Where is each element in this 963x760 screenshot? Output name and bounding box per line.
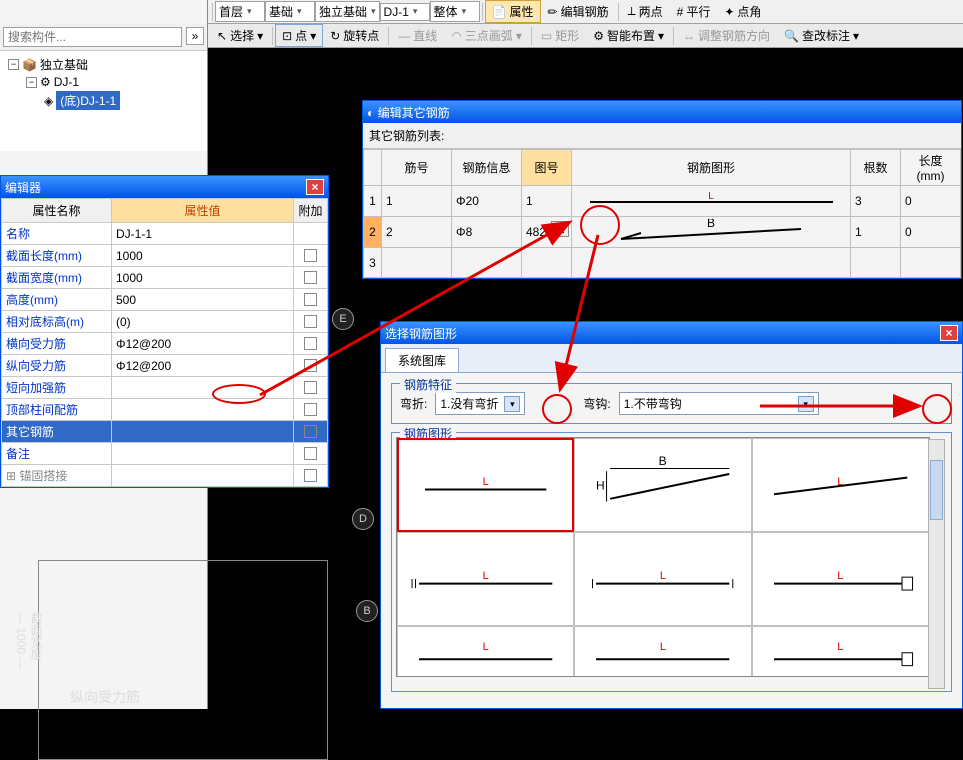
rebar-shape-group: 钢筋图形 L BH L L [391,432,952,692]
prop-row[interactable]: 顶部柱间配筋 [2,399,328,421]
point-button[interactable]: ⊡ 点 ▾ [275,24,323,47]
col-name: 属性名称 [2,199,112,223]
tree-dj1[interactable]: DJ-1 [54,75,79,89]
dlg-shape-title: 选择钢筋图形 [385,325,457,342]
prop-row[interactable]: 其它钢筋 [2,421,328,443]
select-button[interactable]: ↖ 选择 ▾ [210,24,270,47]
prop-row[interactable]: 短向加强筋 [2,377,328,399]
whole-select[interactable]: 整体 [430,1,480,22]
basic-select[interactable]: 基础 [265,1,315,22]
rebar-row-3[interactable]: 3 [364,248,961,278]
rebar-row-1[interactable]: 1 1 Φ20 1 L 3 0 [364,186,961,217]
tree-root[interactable]: 独立基础 [40,56,88,73]
prop-row[interactable]: 横向受力筋Φ12@200 [2,333,328,355]
svg-text:H: H [596,479,605,493]
shape-cell-4[interactable]: L [397,532,574,626]
prop-row[interactable]: 名称DJ-1-1 [2,223,328,245]
rebar-table[interactable]: 筋号 钢筋信息 图号 钢筋图形 根数 长度(mm) 1 1 Φ20 1 L 3 … [363,149,961,278]
list-label: 其它钢筋列表: [363,123,961,149]
svg-text:B: B [659,454,667,468]
footprint-rect [38,560,328,760]
node-b[interactable]: B [356,600,378,622]
hook-label: 弯钩: [583,395,610,412]
prop-row[interactable]: 截面长度(mm)1000 [2,245,328,267]
shape-grid[interactable]: L BH L L L [396,437,930,677]
bottom-label: 纵向受力筋 [70,687,140,707]
bend-label: 弯折: [400,395,427,412]
prop-row[interactable]: 备注 [2,443,328,465]
select-rebar-shape-dialog: 选择钢筋图形 × 系统图库 钢筋特征 弯折: 1.没有弯折▾ 弯钩: 1.不带弯… [380,321,963,709]
dj-select[interactable]: DJ-1 [380,3,430,21]
shape-cell-6[interactable]: L [752,532,929,626]
close-icon[interactable]: × [306,179,324,195]
bend-select[interactable]: 1.没有弯折▾ [435,392,525,415]
shape-cell-9[interactable]: L 穿孔塞焊锚板 [752,626,929,677]
anno-circle-2 [212,384,266,404]
side-label: 截面宽度— 1000 — [14,612,45,669]
col-value: 属性值 [112,199,294,223]
shape-cell-2[interactable]: BH [574,438,751,532]
prop-title: 编辑器 [5,179,41,196]
col-add: 附加 [294,199,328,223]
dlg-edit-title: ◐ 编辑其它钢筋 [367,104,450,121]
two-point-button[interactable]: ⟂ 两点 [621,0,670,23]
arc-button: ◠ 三点画弧 ▾ [444,24,529,47]
anno-circle-3 [542,394,572,424]
adjust-dir-button: ↔ 调整钢筋方向 [676,24,777,47]
floor-select[interactable]: 首层 [215,1,265,22]
shape-cell-1[interactable]: L [397,438,574,532]
property-editor: 编辑器 × 属性名称 属性值 附加 名称DJ-1-1截面长度(mm)1000截面… [0,175,329,488]
shape-cell-7[interactable]: L 一侧贴焊锚筋 [397,626,574,677]
rebar-row-2[interactable]: 2 2 Φ8 482 ... B 1 0 [364,217,961,248]
svg-text:B: B [707,219,715,230]
scrollbar[interactable] [928,439,945,689]
anno-circle-1 [580,205,620,245]
hook-select[interactable]: 1.不带弯钩▾ [619,392,819,415]
rect-button: ▭ 矩形 [534,24,586,47]
close-icon[interactable]: × [940,325,958,341]
rotate-point-button[interactable]: ↻ 旋转点 [323,24,386,47]
anno-circle-4 [922,394,952,424]
rebar-feature-group: 钢筋特征 弯折: 1.没有弯折▾ 弯钩: 1.不带弯钩▾ [391,383,952,424]
prop-row[interactable]: 相对底标高(m)(0) [2,311,328,333]
check-annot-button[interactable]: 🔍 查改标注 ▾ [777,24,866,47]
component-tree[interactable]: − 📦 独立基础 − ⚙ DJ-1 ◈ (底)DJ-1-1 [0,51,207,151]
edit-other-rebar-dialog: ◐ 编辑其它钢筋 其它钢筋列表: 筋号 钢筋信息 图号 钢筋图形 根数 长度(m… [362,100,962,279]
tree-dj1-1[interactable]: (底)DJ-1-1 [56,91,120,110]
shape-cell-8[interactable]: L 两侧贴焊锚筋 [574,626,751,677]
point-angle-button[interactable]: ✦ 点角 [717,0,768,23]
line-button: — 直线 [391,24,444,47]
tab-system-library[interactable]: 系统图库 [385,348,459,372]
shape-picker-button[interactable]: ... [551,221,569,237]
node-d[interactable]: D [352,508,374,530]
prop-row[interactable]: 截面宽度(mm)1000 [2,267,328,289]
node-e[interactable]: E [332,308,354,330]
edit-rebar-button[interactable]: ✏ 编辑钢筋 [541,0,616,23]
prop-row[interactable]: ⊞ 锚固搭接 [2,465,328,487]
parallel-button[interactable]: # 平行 [670,0,718,23]
shape-cell-5[interactable]: L [574,532,751,626]
search-input[interactable] [3,27,182,47]
shape-cell-3[interactable]: L [752,438,929,532]
prop-row[interactable]: 高度(mm)500 [2,289,328,311]
prop-row[interactable]: 纵向受力筋Φ12@200 [2,355,328,377]
smart-layout-button[interactable]: ⚙ 智能布置 ▾ [586,24,671,47]
property-button[interactable]: 📄 属性 [485,0,541,23]
indep-select[interactable]: 独立基础 [315,1,380,22]
expand-button[interactable]: » [186,27,204,45]
